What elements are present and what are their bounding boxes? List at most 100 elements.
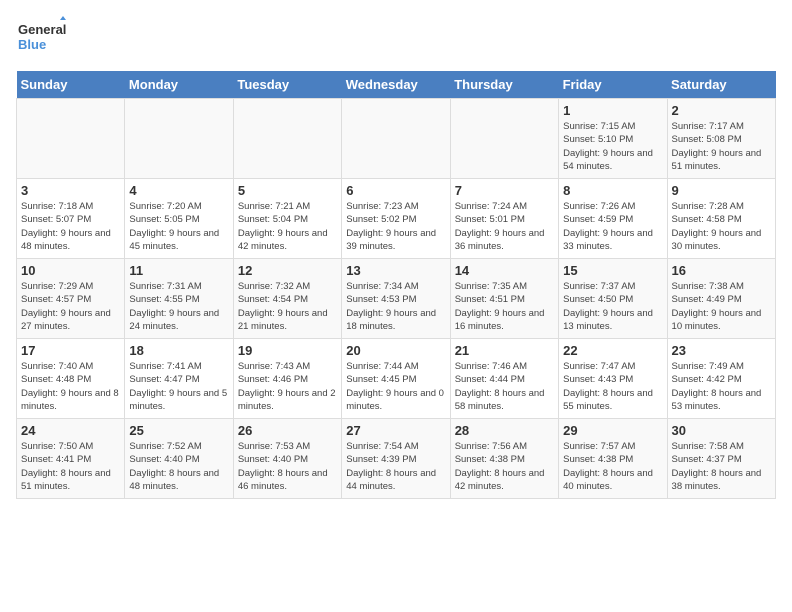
day-info: Sunrise: 7:43 AMSunset: 4:46 PMDaylight:… [238, 360, 337, 413]
day-number: 27 [346, 423, 445, 438]
calendar-cell: 15 Sunrise: 7:37 AMSunset: 4:50 PMDayligh… [559, 259, 667, 339]
calendar-cell: 27 Sunrise: 7:54 AMSunset: 4:39 PMDayligh… [342, 419, 450, 499]
column-header-sunday: Sunday [17, 71, 125, 99]
day-number: 14 [455, 263, 554, 278]
page-header: General Blue [16, 16, 776, 61]
calendar-cell: 17Sunrise: 7:40 AMSunset: 4:48 PMDayligh… [17, 339, 125, 419]
day-number: 2 [672, 103, 771, 118]
day-number: 21 [455, 343, 554, 358]
calendar-cell: 6 Sunrise: 7:23 AMSunset: 5:02 PMDaylight… [342, 179, 450, 259]
day-info: Sunrise: 7:23 AMSunset: 5:02 PMDaylight:… [346, 200, 445, 253]
day-info: Sunrise: 7:20 AMSunset: 5:05 PMDaylight:… [129, 200, 228, 253]
column-header-friday: Friday [559, 71, 667, 99]
svg-text:Blue: Blue [18, 37, 46, 52]
day-number: 16 [672, 263, 771, 278]
calendar-cell: 18 Sunrise: 7:41 AMSunset: 4:47 PMDayligh… [125, 339, 233, 419]
day-number: 26 [238, 423, 337, 438]
logo: General Blue [16, 16, 66, 61]
day-number: 1 [563, 103, 662, 118]
day-number: 11 [129, 263, 228, 278]
day-number: 6 [346, 183, 445, 198]
day-info: Sunrise: 7:49 AMSunset: 4:42 PMDaylight:… [672, 360, 771, 413]
day-number: 19 [238, 343, 337, 358]
day-number: 18 [129, 343, 228, 358]
calendar-header-row: SundayMondayTuesdayWednesdayThursdayFrid… [17, 71, 776, 99]
day-number: 12 [238, 263, 337, 278]
day-number: 20 [346, 343, 445, 358]
day-info: Sunrise: 7:41 AMSunset: 4:47 PMDaylight:… [129, 360, 228, 413]
calendar-week-row: 24 Sunrise: 7:50 AMSunset: 4:41 PMDayligh… [17, 419, 776, 499]
day-number: 3 [21, 183, 120, 198]
calendar-cell [233, 99, 341, 179]
calendar-cell: 8 Sunrise: 7:26 AMSunset: 4:59 PMDaylight… [559, 179, 667, 259]
calendar-cell: 25 Sunrise: 7:52 AMSunset: 4:40 PMDayligh… [125, 419, 233, 499]
day-info: Sunrise: 7:37 AMSunset: 4:50 PMDaylight:… [563, 280, 662, 333]
day-info: Sunrise: 7:34 AMSunset: 4:53 PMDaylight:… [346, 280, 445, 333]
day-info: Sunrise: 7:47 AMSunset: 4:43 PMDaylight:… [563, 360, 662, 413]
day-info: Sunrise: 7:24 AMSunset: 5:01 PMDaylight:… [455, 200, 554, 253]
day-info: Sunrise: 7:53 AMSunset: 4:40 PMDaylight:… [238, 440, 337, 493]
calendar-cell: 5 Sunrise: 7:21 AMSunset: 5:04 PMDaylight… [233, 179, 341, 259]
day-number: 15 [563, 263, 662, 278]
day-info: Sunrise: 7:35 AMSunset: 4:51 PMDaylight:… [455, 280, 554, 333]
day-number: 7 [455, 183, 554, 198]
calendar-week-row: 10Sunrise: 7:29 AMSunset: 4:57 PMDayligh… [17, 259, 776, 339]
calendar-week-row: 1Sunrise: 7:15 AMSunset: 5:10 PMDaylight… [17, 99, 776, 179]
calendar-cell: 10Sunrise: 7:29 AMSunset: 4:57 PMDayligh… [17, 259, 125, 339]
day-number: 25 [129, 423, 228, 438]
calendar-cell: 28 Sunrise: 7:56 AMSunset: 4:38 PMDayligh… [450, 419, 558, 499]
calendar-cell: 16Sunrise: 7:38 AMSunset: 4:49 PMDayligh… [667, 259, 775, 339]
calendar-cell: 19 Sunrise: 7:43 AMSunset: 4:46 PMDayligh… [233, 339, 341, 419]
calendar-cell: 2 Sunrise: 7:17 AMSunset: 5:08 PMDaylight… [667, 99, 775, 179]
calendar-cell: 24 Sunrise: 7:50 AMSunset: 4:41 PMDayligh… [17, 419, 125, 499]
day-info: Sunrise: 7:52 AMSunset: 4:40 PMDaylight:… [129, 440, 228, 493]
column-header-wednesday: Wednesday [342, 71, 450, 99]
calendar-week-row: 17Sunrise: 7:40 AMSunset: 4:48 PMDayligh… [17, 339, 776, 419]
day-number: 8 [563, 183, 662, 198]
day-info: Sunrise: 7:54 AMSunset: 4:39 PMDaylight:… [346, 440, 445, 493]
day-info: Sunrise: 7:56 AMSunset: 4:38 PMDaylight:… [455, 440, 554, 493]
day-info: Sunrise: 7:26 AMSunset: 4:59 PMDaylight:… [563, 200, 662, 253]
day-number: 9 [672, 183, 771, 198]
column-header-tuesday: Tuesday [233, 71, 341, 99]
day-number: 4 [129, 183, 228, 198]
day-number: 29 [563, 423, 662, 438]
calendar-cell: 1Sunrise: 7:15 AMSunset: 5:10 PMDaylight… [559, 99, 667, 179]
day-number: 30 [672, 423, 771, 438]
day-number: 10 [21, 263, 120, 278]
day-info: Sunrise: 7:57 AMSunset: 4:38 PMDaylight:… [563, 440, 662, 493]
calendar-cell: 4 Sunrise: 7:20 AMSunset: 5:05 PMDaylight… [125, 179, 233, 259]
day-info: Sunrise: 7:44 AMSunset: 4:45 PMDaylight:… [346, 360, 445, 413]
calendar-cell: 11Sunrise: 7:31 AMSunset: 4:55 PMDayligh… [125, 259, 233, 339]
calendar-cell: 14 Sunrise: 7:35 AMSunset: 4:51 PMDayligh… [450, 259, 558, 339]
day-number: 24 [21, 423, 120, 438]
calendar-cell: 3 Sunrise: 7:18 AMSunset: 5:07 PMDaylight… [17, 179, 125, 259]
calendar-cell: 12 Sunrise: 7:32 AMSunset: 4:54 PMDayligh… [233, 259, 341, 339]
calendar-cell: 23 Sunrise: 7:49 AMSunset: 4:42 PMDayligh… [667, 339, 775, 419]
calendar-cell [450, 99, 558, 179]
day-number: 5 [238, 183, 337, 198]
day-info: Sunrise: 7:58 AMSunset: 4:37 PMDaylight:… [672, 440, 771, 493]
calendar-cell: 20 Sunrise: 7:44 AMSunset: 4:45 PMDayligh… [342, 339, 450, 419]
day-info: Sunrise: 7:50 AMSunset: 4:41 PMDaylight:… [21, 440, 120, 493]
column-header-thursday: Thursday [450, 71, 558, 99]
calendar-cell: 21Sunrise: 7:46 AMSunset: 4:44 PMDayligh… [450, 339, 558, 419]
day-info: Sunrise: 7:18 AMSunset: 5:07 PMDaylight:… [21, 200, 120, 253]
column-header-saturday: Saturday [667, 71, 775, 99]
calendar-cell: 13Sunrise: 7:34 AMSunset: 4:53 PMDayligh… [342, 259, 450, 339]
column-header-monday: Monday [125, 71, 233, 99]
calendar-cell [17, 99, 125, 179]
calendar-cell [342, 99, 450, 179]
day-info: Sunrise: 7:17 AMSunset: 5:08 PMDaylight:… [672, 120, 771, 173]
day-info: Sunrise: 7:32 AMSunset: 4:54 PMDaylight:… [238, 280, 337, 333]
day-info: Sunrise: 7:21 AMSunset: 5:04 PMDaylight:… [238, 200, 337, 253]
calendar-week-row: 3 Sunrise: 7:18 AMSunset: 5:07 PMDaylight… [17, 179, 776, 259]
calendar-cell [125, 99, 233, 179]
calendar-cell: 30 Sunrise: 7:58 AMSunset: 4:37 PMDayligh… [667, 419, 775, 499]
day-number: 22 [563, 343, 662, 358]
calendar-cell: 22 Sunrise: 7:47 AMSunset: 4:43 PMDayligh… [559, 339, 667, 419]
day-info: Sunrise: 7:40 AMSunset: 4:48 PMDaylight:… [21, 360, 120, 413]
day-number: 28 [455, 423, 554, 438]
logo-svg: General Blue [16, 16, 66, 61]
day-number: 23 [672, 343, 771, 358]
